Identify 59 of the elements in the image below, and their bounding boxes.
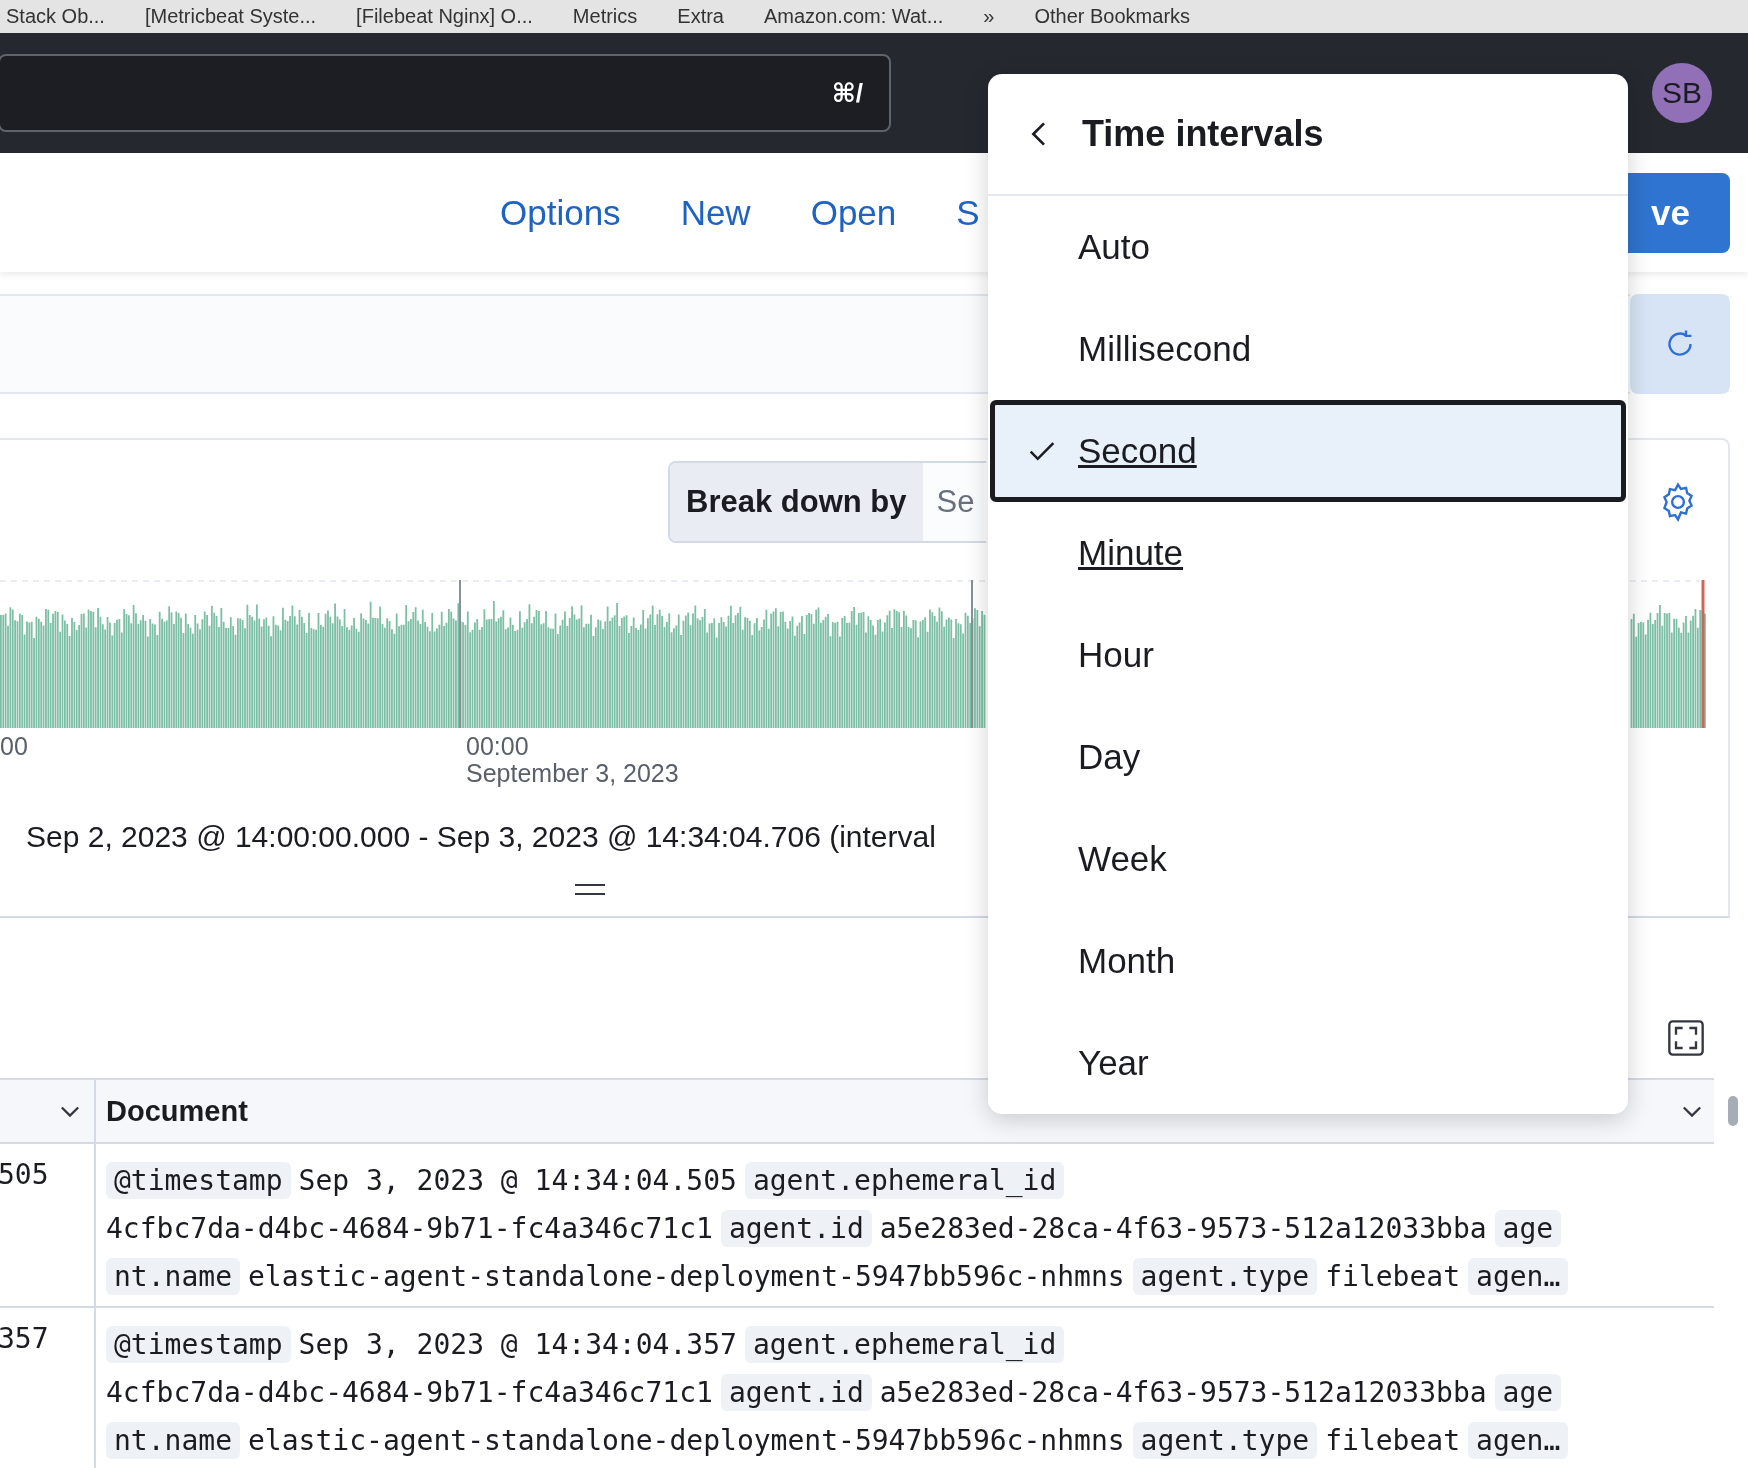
field-name: @timestamp xyxy=(106,1161,291,1199)
bookmark-link[interactable]: Extra xyxy=(677,5,724,28)
shortcut-hint: ⌘/ xyxy=(831,77,863,109)
menu-item[interactable]: Millisecond xyxy=(988,298,1628,400)
field-name: agent.id xyxy=(720,1373,872,1411)
field-value: a5e283ed-28ca-4f63-9573-512a12033bba xyxy=(879,1375,1487,1409)
field-value: elastic-agent-standalone-deployment-5947bb596c-nhmns xyxy=(248,1423,1125,1457)
menu-item[interactable]: Month xyxy=(988,910,1628,1012)
field-value: filebeat xyxy=(1325,1423,1461,1457)
menu-item[interactable]: Second xyxy=(990,400,1626,502)
bookmark-link[interactable]: Metrics xyxy=(572,5,638,28)
field-value: elastic-agent-standalone-deployment-5947bb596c-nhmns xyxy=(248,1259,1125,1293)
menu-item[interactable]: Hour xyxy=(988,604,1628,706)
table-cell-text: 357 xyxy=(0,1322,49,1357)
bookmark-link[interactable]: Amazon.com: Wat... xyxy=(764,5,944,28)
axis-date-label: September 3, 2023 xyxy=(466,761,679,786)
menu-item[interactable]: Minute xyxy=(988,502,1628,604)
field-value: a5e283ed-28ca-4f63-9573-512a12033bba xyxy=(879,1211,1487,1245)
field-name: @timestamp xyxy=(106,1325,291,1363)
field-name: agent.ephemeral_id xyxy=(744,1325,1065,1363)
bookmark-link[interactable]: [Filebeat Nginx] O... xyxy=(356,5,533,28)
bookmark-link[interactable]: » xyxy=(983,5,995,28)
column-header[interactable]: Document xyxy=(106,1094,248,1128)
scrollbar-thumb[interactable] xyxy=(1728,1096,1738,1126)
field-name: agen… xyxy=(1468,1257,1569,1295)
field-name: agent.ephemeral_id xyxy=(744,1161,1065,1199)
field-value: 4cfbc7da-d4bc-4684-9b71-fc4a346c71c1 xyxy=(106,1375,713,1409)
axis-tick-label: 00:00 xyxy=(466,734,530,759)
axis-tick-label: 00 xyxy=(0,734,28,759)
search-field[interactable]: ⌘/ xyxy=(0,54,891,132)
menu-title: Time intervals xyxy=(1082,113,1324,155)
nav-link[interactable]: New xyxy=(680,192,751,233)
nav-link[interactable]: Open xyxy=(810,192,897,233)
field-name: agent.type xyxy=(1132,1421,1318,1459)
field-name: agen… xyxy=(1468,1421,1569,1459)
breakdown-select[interactable]: Break down by Se xyxy=(668,461,986,543)
user-avatar[interactable]: SB xyxy=(1652,63,1712,123)
menu-item[interactable]: Week xyxy=(988,808,1628,910)
nav-link[interactable]: Options xyxy=(500,192,621,233)
field-name: agent.id xyxy=(720,1209,872,1247)
field-name: agent.type xyxy=(1132,1257,1318,1295)
menu-item[interactable]: Day xyxy=(988,706,1628,808)
bookmark-link[interactable]: [Metricbeat Syste... xyxy=(144,5,317,28)
bookmark-link[interactable]: Stack Ob... xyxy=(6,5,105,28)
bookmark-link[interactable]: Other Bookmarks xyxy=(1034,5,1191,28)
field-name: nt.name xyxy=(106,1421,240,1459)
resize-handle[interactable] xyxy=(575,884,605,895)
field-name: age xyxy=(1494,1209,1562,1247)
menu-item[interactable]: Year xyxy=(988,1012,1628,1114)
time-range-text: Sep 2, 2023 @ 14:00:00.000 - Sep 3, 2023 @ 14:34:04.706 (interval xyxy=(25,820,937,854)
field-value: Sep 3, 2023 @ 14:34:04.357 xyxy=(298,1327,737,1361)
fullscreen-icon[interactable] xyxy=(1666,1018,1706,1058)
field-value: filebeat xyxy=(1325,1259,1461,1293)
field-name: age xyxy=(1494,1373,1562,1411)
nav-link[interactable]: S xyxy=(956,192,980,233)
field-value: 4cfbc7da-d4bc-4684-9b71-fc4a346c71c1 xyxy=(106,1211,713,1245)
field-name: nt.name xyxy=(106,1257,240,1295)
table-cell-text: 505 xyxy=(0,1158,49,1193)
field-value: Sep 3, 2023 @ 14:34:04.505 xyxy=(298,1163,737,1197)
